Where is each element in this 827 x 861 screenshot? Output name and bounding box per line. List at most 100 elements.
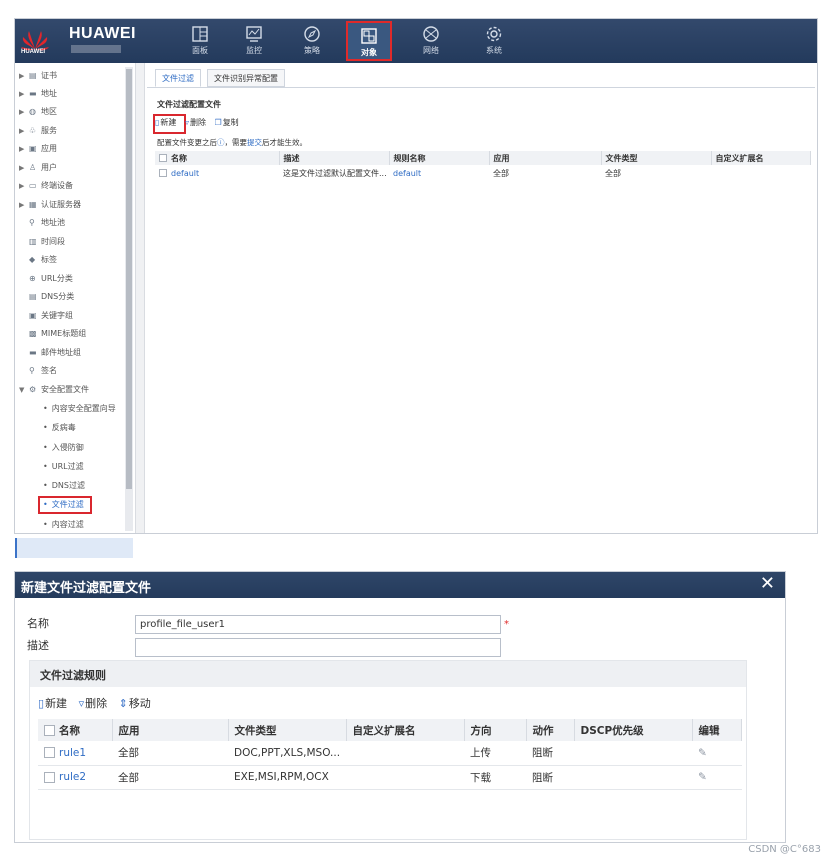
sidebar-item-address[interactable]: ▶ ▬ 地址 (15, 85, 57, 103)
row-checkbox[interactable] (44, 747, 55, 759)
row-checkbox[interactable] (44, 771, 55, 783)
sidebar-item-certificate[interactable]: ▶ ▤ 证书 (15, 67, 57, 85)
sidebar-item-label: 终端设备 (41, 181, 73, 190)
sidebar-item-tag[interactable]: ◆ 标签 (15, 251, 57, 269)
service-icon: ♧ (29, 126, 37, 135)
sidebar-item-mime[interactable]: ▩ MIME标题组 (15, 325, 86, 343)
cell-action: 阻断 (526, 765, 574, 790)
expand-arrow-icon[interactable]: ▶ (19, 103, 29, 121)
sidebar-subitem-label: 反病毒 (51, 423, 76, 432)
row-checkbox[interactable] (159, 169, 167, 177)
description-input[interactable] (135, 638, 501, 657)
tab-file-filter[interactable]: 文件过滤 (155, 69, 201, 87)
sidebar-subitem-dns-filter[interactable]: • DNS过滤 (15, 477, 85, 495)
rule-delete-button[interactable]: ▿删除 (79, 695, 108, 711)
sidebar-item-terminal[interactable]: ▶ ▭ 终端设备 (15, 177, 73, 195)
col-header-dscp[interactable]: DSCP优先级 (574, 719, 693, 741)
rule-move-button[interactable]: ⇕移动 (119, 695, 151, 711)
sidebar-subitem-file-filter[interactable]: • 文件过滤 (15, 496, 92, 514)
table-row[interactable]: rule2 全部 EXE,MSI,RPM,OCX 下载 阻断 ✎ (38, 765, 742, 790)
cell-desc: 这是文件过滤默认配置文件... (283, 168, 387, 178)
tab-file-exception[interactable]: 文件识别异常配置 (207, 69, 285, 87)
copy-button[interactable]: ❐复制 (215, 117, 239, 128)
select-all-checkbox[interactable] (44, 725, 55, 736)
address-pool-icon: ⚲ (29, 218, 35, 227)
help-icon[interactable]: ⓘ (217, 138, 225, 147)
sidebar-item-security-profile[interactable]: ▼ ⚙ 安全配置文件 (15, 381, 89, 399)
panel-divider[interactable] (135, 63, 145, 533)
submit-link[interactable]: 提交 (247, 138, 262, 147)
table-row[interactable]: rule1 全部 DOC,PPT,XLS,MSO... 上传 阻断 ✎ (38, 741, 742, 766)
sidebar-subitem-content-filter[interactable]: • 内容过滤 (15, 516, 84, 534)
cell-app: 全部 (112, 741, 228, 766)
col-header-edit: 编辑 (692, 719, 742, 741)
required-mark: * (504, 619, 509, 630)
close-icon[interactable]: ✕ (760, 573, 775, 594)
nav-system[interactable]: 系统 (471, 21, 517, 61)
bullet-icon: • (43, 520, 48, 529)
user-icon: ♙ (29, 163, 37, 172)
nav-monitor[interactable]: 监控 (231, 21, 277, 61)
edit-icon[interactable]: ✎ (698, 747, 707, 759)
expand-arrow-icon[interactable]: ▶ (19, 177, 29, 195)
nav-network-label: 网络 (423, 46, 439, 55)
sidebar-subitem-antivirus[interactable]: • 反病毒 (15, 419, 76, 437)
collapse-arrow-icon[interactable]: ▼ (19, 381, 29, 399)
rule-new-button[interactable]: ▯新建 (38, 695, 67, 711)
nav-network[interactable]: 网络 (408, 21, 454, 61)
col-header-filetype[interactable]: 文件类型 (601, 151, 712, 165)
sidebar-item-address-pool[interactable]: ⚲ 地址池 (15, 214, 65, 232)
sidebar-subitem-label: URL过滤 (51, 462, 84, 471)
col-header-filetype[interactable]: 文件类型 (228, 719, 347, 741)
col-header-name[interactable]: 名称 (38, 719, 113, 741)
sidebar-scrollbar-thumb[interactable] (126, 69, 132, 489)
col-header-name[interactable]: 名称 (155, 151, 280, 165)
col-header-app[interactable]: 应用 (489, 151, 602, 165)
expand-arrow-icon[interactable]: ▶ (19, 196, 29, 214)
expand-arrow-icon[interactable]: ▶ (19, 122, 29, 140)
nav-object[interactable]: 对象 (346, 21, 392, 61)
col-header-rule[interactable]: 规则名称 (389, 151, 490, 165)
col-header-ext[interactable]: 自定义扩展名 (346, 719, 465, 741)
col-header-direction[interactable]: 方向 (464, 719, 527, 741)
nav-policy[interactable]: 策略 (289, 21, 335, 61)
cell-rule-link[interactable]: default (389, 165, 489, 181)
security-profile-icon: ⚙ (29, 385, 37, 394)
sidebar-item-application[interactable]: ▶ ▣ 应用 (15, 140, 57, 158)
expand-arrow-icon[interactable]: ▶ (19, 140, 29, 158)
rule-name-link[interactable]: rule1 (59, 747, 86, 759)
edit-icon[interactable]: ✎ (698, 771, 707, 783)
sidebar-item-time-range[interactable]: ▥ 时间段 (15, 233, 65, 251)
sidebar-item-user[interactable]: ▶ ♙ 用户 (15, 159, 57, 177)
sidebar-item-service[interactable]: ▶ ♧ 服务 (15, 122, 57, 140)
table-row[interactable]: default 这是文件过滤默认配置文件... default 全部 全部 (155, 165, 811, 181)
sidebar-subitem-ips[interactable]: • 入侵防御 (15, 439, 84, 457)
description-label: 描述 (27, 639, 49, 652)
col-header-ext[interactable]: 自定义扩展名 (711, 151, 811, 165)
expand-arrow-icon[interactable]: ▶ (19, 85, 29, 103)
firewall-web-ui: HUAWEI HUAWEI 面板 监控 策略 对象 网络 系统 ▶ ▤ 证书 ▶… (14, 18, 818, 558)
sidebar-item-dns-category[interactable]: ▤ DNS分类 (15, 288, 74, 306)
expand-arrow-icon[interactable]: ▶ (19, 159, 29, 177)
sidebar-subitem-url-filter[interactable]: • URL过滤 (15, 458, 84, 476)
sidebar-item-url-category[interactable]: ⊕ URL分类 (15, 270, 73, 288)
sidebar-item-keyword[interactable]: ▣ 关键字组 (15, 307, 73, 325)
sidebar-item-mail[interactable]: ▬ 邮件地址组 (15, 344, 81, 362)
cell-ext (711, 165, 811, 181)
name-input[interactable] (135, 615, 501, 634)
new-button[interactable]: ▯新建 (155, 117, 176, 128)
brand-name: HUAWEI (69, 25, 136, 42)
col-header-action[interactable]: 动作 (526, 719, 575, 741)
rule-name-link[interactable]: rule2 (59, 771, 86, 783)
expand-arrow-icon[interactable]: ▶ (19, 67, 29, 85)
sidebar-item-region[interactable]: ▶ ◍ 地区 (15, 103, 57, 121)
select-all-checkbox[interactable] (159, 154, 167, 162)
sidebar-item-signature[interactable]: ⚲ 签名 (15, 362, 57, 380)
delete-button[interactable]: ▿删除 (185, 117, 206, 128)
col-header-app[interactable]: 应用 (112, 719, 229, 741)
sidebar-item-auth-server[interactable]: ▶ ▦ 认证服务器 (15, 196, 81, 214)
sidebar-subitem-content-wizard[interactable]: • 内容安全配置向导 (15, 400, 116, 418)
nav-dashboard[interactable]: 面板 (177, 21, 223, 61)
col-header-desc[interactable]: 描述 (279, 151, 390, 165)
profile-name-link[interactable]: default (171, 169, 199, 178)
